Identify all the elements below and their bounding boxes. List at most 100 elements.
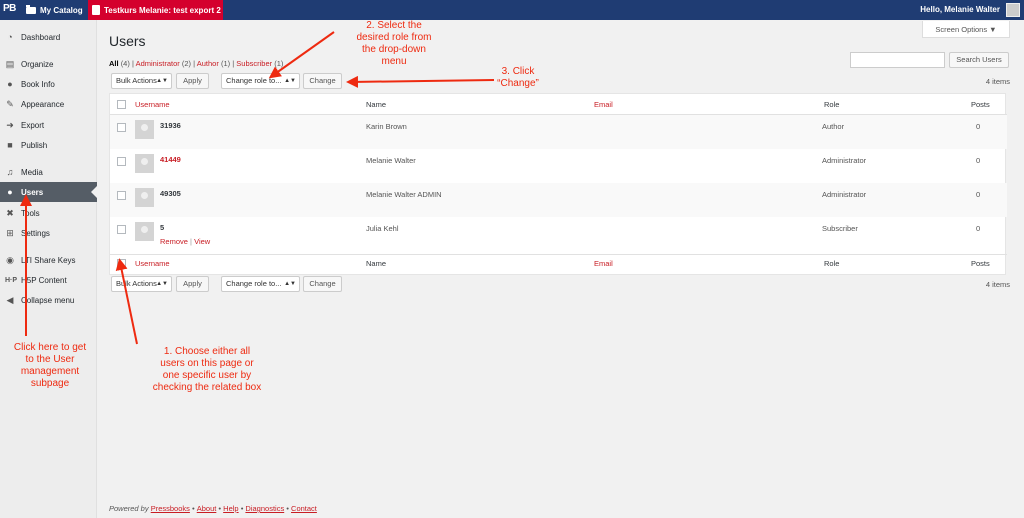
sidebar-item-collapse-menu[interactable]: ◀ Collapse menu	[0, 290, 97, 310]
table-footer: Username Name Email Role Posts	[110, 254, 1007, 275]
sidebar-item-appearance[interactable]: ✎ Appearance	[0, 94, 97, 114]
filter-subscriber[interactable]: Subscriber	[236, 59, 272, 68]
avatar	[135, 188, 154, 207]
book-icon	[92, 5, 100, 15]
search-users-button[interactable]: Search Users	[949, 52, 1009, 68]
pressbooks-link[interactable]: Pressbooks	[151, 504, 190, 513]
my-catalog-link[interactable]: My Catalog	[26, 0, 83, 20]
view-link[interactable]: View	[194, 237, 210, 246]
sidebar-item-label: Book Info	[21, 79, 55, 89]
settings-icon: ⊞	[6, 227, 14, 238]
column-name[interactable]: Name	[366, 100, 386, 109]
admin-footer: Powered by Pressbooks • About • Help • D…	[109, 504, 317, 513]
sidebar-item-lti-share-keys[interactable]: ◉ LTI Share Keys	[0, 250, 97, 270]
row-role: Administrator	[822, 190, 867, 199]
avatar	[135, 154, 154, 173]
filter-administrator[interactable]: Administrator	[136, 59, 180, 68]
sidebar-item-dashboard[interactable]: ◔ Dashboard	[0, 27, 97, 47]
apply-button-bottom[interactable]: Apply	[176, 276, 209, 292]
row-checkbox[interactable]	[117, 191, 126, 200]
collapse-icon: ◀	[6, 294, 14, 305]
folder-icon	[26, 4, 36, 14]
role-filters: All (4) | Administrator (2) | Author (1)…	[109, 59, 283, 68]
select-all-checkbox-bottom[interactable]	[117, 259, 126, 268]
avatar	[135, 222, 154, 241]
change-button-bottom[interactable]: Change	[303, 276, 342, 292]
help-link[interactable]: Help	[223, 504, 238, 513]
change-role-select-top[interactable]: Change role to... ▲▼	[221, 73, 300, 89]
row-checkbox[interactable]	[117, 157, 126, 166]
admin-bar: PB My Catalog Testkurs Melanie: test exp…	[0, 0, 1024, 20]
search-input[interactable]	[850, 52, 945, 68]
users-table: Username Name Email Role Posts 31936 Kar…	[109, 93, 1007, 275]
table-row: 31936 Karin Brown Author 0	[110, 115, 1007, 149]
account-greeting[interactable]: Hello, Melanie Walter	[920, 0, 1000, 20]
filter-author[interactable]: Author	[197, 59, 219, 68]
sidebar-item-label: Settings	[21, 228, 50, 238]
select-all-checkbox[interactable]	[117, 100, 126, 109]
row-checkbox[interactable]	[117, 225, 126, 234]
annotation-users-hint: Click here to get to the User management…	[13, 342, 87, 389]
remove-link[interactable]: Remove	[160, 237, 188, 246]
column-email[interactable]: Email	[594, 100, 613, 109]
column-role: Role	[824, 100, 840, 109]
sidebar-item-tools[interactable]: ✖ Tools	[0, 203, 97, 223]
filter-author-count: (1)	[220, 59, 231, 68]
bulk-actions-select-top[interactable]: Bulk Actions ▲▼	[111, 73, 172, 89]
filter-subscriber-count: (1)	[274, 59, 284, 68]
apply-button-top[interactable]: Apply	[176, 73, 209, 89]
row-name: Karin Brown	[366, 122, 407, 131]
row-posts: 0	[976, 122, 981, 131]
current-book-link[interactable]: Testkurs Melanie: test export 2	[88, 0, 223, 20]
row-role: Author	[822, 122, 845, 131]
about-link[interactable]: About	[197, 504, 217, 513]
sidebar-item-label: Media	[21, 167, 43, 177]
powered-by-text: Powered by	[109, 504, 149, 513]
row-name: Julia Kehl	[366, 224, 399, 233]
sidebar-item-label: Users	[21, 187, 44, 197]
avatar	[135, 120, 154, 139]
filter-separator: |	[232, 59, 235, 68]
row-username[interactable]: 49305	[160, 189, 181, 198]
pressbooks-logo[interactable]: PB	[3, 3, 16, 14]
bulk-actions-select-bottom[interactable]: Bulk Actions ▲▼	[111, 276, 172, 292]
diagnostics-link[interactable]: Diagnostics	[245, 504, 284, 513]
footer-bullet: •	[218, 504, 222, 513]
change-role-select-bottom[interactable]: Change role to... ▲▼	[221, 276, 300, 292]
change-button-top[interactable]: Change	[303, 73, 342, 89]
row-username[interactable]: 41449	[160, 155, 181, 164]
row-username[interactable]: 31936	[160, 121, 181, 130]
export-icon: ➜	[6, 119, 14, 130]
sidebar-item-media[interactable]: ♫ Media	[0, 162, 97, 182]
row-role: Subscriber	[822, 224, 858, 233]
screen-options-button[interactable]: Screen Options ▼	[922, 21, 1010, 38]
organize-icon: ▤	[5, 58, 15, 69]
sidebar-item-export[interactable]: ➜ Export	[0, 115, 97, 135]
filter-all[interactable]: All	[109, 59, 119, 68]
column-name[interactable]: Name	[366, 259, 386, 268]
filter-administrator-count: (2)	[181, 59, 192, 68]
account-avatar[interactable]	[1006, 3, 1020, 17]
sidebar-item-h5p-content[interactable]: H·P H5P Content	[0, 270, 97, 290]
action-separator: |	[190, 237, 192, 246]
annotation-step-2: 2. Select the desired role from the drop…	[356, 20, 432, 67]
row-role: Administrator	[822, 156, 867, 165]
sidebar-item-settings[interactable]: ⊞ Settings	[0, 223, 97, 243]
column-username[interactable]: Username	[135, 100, 170, 109]
contact-link[interactable]: Contact	[291, 504, 317, 513]
sidebar-item-publish[interactable]: ■ Publish	[0, 135, 97, 155]
row-checkbox[interactable]	[117, 123, 126, 132]
sidebar-item-label: H5P Content	[21, 275, 67, 285]
sidebar-item-organize[interactable]: ▤ Organize	[0, 54, 97, 74]
row-name: Melanie Walter	[366, 156, 416, 165]
row-username[interactable]: 5	[160, 223, 164, 232]
current-book-label: Testkurs Melanie: test export 2	[104, 5, 221, 15]
sidebar-item-users[interactable]: ● Users	[0, 182, 97, 202]
annotation-step-3: 3. Click “Change”	[497, 66, 539, 89]
column-email[interactable]: Email	[594, 259, 613, 268]
filter-all-count: (4)	[120, 59, 130, 68]
select-arrows-icon: ▲▼	[156, 281, 168, 287]
user-icon: ●	[7, 187, 13, 197]
column-username[interactable]: Username	[135, 259, 170, 268]
sidebar-item-book-info[interactable]: ● Book Info	[0, 74, 97, 94]
